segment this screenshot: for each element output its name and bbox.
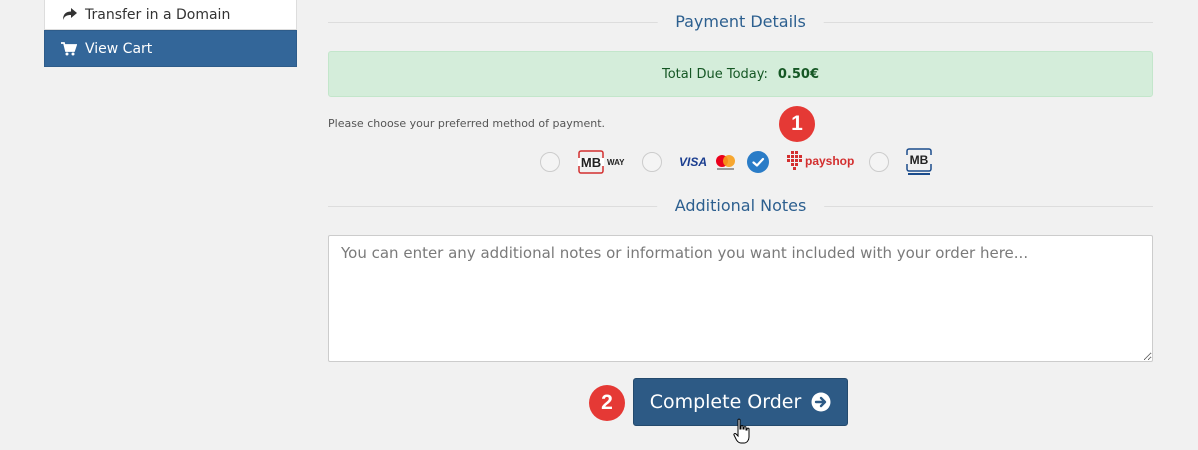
sidebar-item-transfer-domain[interactable]: Transfer in a Domain xyxy=(44,0,297,30)
sidebar-item-label: View Cart xyxy=(85,40,153,57)
sidebar-item-label: Transfer in a Domain xyxy=(85,6,231,23)
step-2-badge: 2 xyxy=(589,385,625,421)
svg-text:WAY: WAY xyxy=(607,158,625,167)
complete-order-label: Complete Order xyxy=(649,391,802,413)
payshop-logo-icon[interactable]: payshop xyxy=(786,150,856,176)
additional-notes-textarea[interactable] xyxy=(328,235,1153,362)
visa-mastercard-logo-icon[interactable]: VISA xyxy=(679,152,737,176)
radio-multibanco[interactable] xyxy=(869,152,889,172)
svg-text:MB: MB xyxy=(910,153,929,167)
total-due-amount: 0.50€ xyxy=(777,66,820,82)
sidebar: Transfer in a Domain View Cart xyxy=(44,0,297,67)
payment-instructions: Please choose your preferred method of p… xyxy=(328,117,605,130)
share-arrow-icon xyxy=(61,7,77,23)
check-icon xyxy=(752,157,765,167)
svg-text:payshop: payshop xyxy=(805,154,854,168)
radio-card[interactable] xyxy=(642,152,662,172)
radio-mbway[interactable] xyxy=(540,152,560,172)
sidebar-item-view-cart[interactable]: View Cart xyxy=(44,30,297,67)
total-due-box: Total Due Today: 0.50€ xyxy=(328,51,1153,97)
payment-details-heading: Payment Details xyxy=(328,12,1153,32)
mbway-logo-icon[interactable]: MB WAY xyxy=(578,150,630,178)
hand-cursor-icon xyxy=(733,418,751,450)
svg-text:MB: MB xyxy=(581,155,601,170)
multibanco-logo-icon[interactable]: MB xyxy=(905,148,933,180)
shopping-cart-icon xyxy=(61,41,77,57)
total-due-label: Total Due Today: xyxy=(661,66,768,82)
arrow-circle-right-icon xyxy=(811,392,831,412)
radio-payshop[interactable] xyxy=(747,151,769,173)
section-title: Payment Details xyxy=(657,12,824,32)
section-title: Additional Notes xyxy=(656,196,825,216)
additional-notes-heading: Additional Notes xyxy=(328,196,1153,216)
svg-text:VISA: VISA xyxy=(679,155,707,169)
step-1-badge: 1 xyxy=(779,106,815,142)
